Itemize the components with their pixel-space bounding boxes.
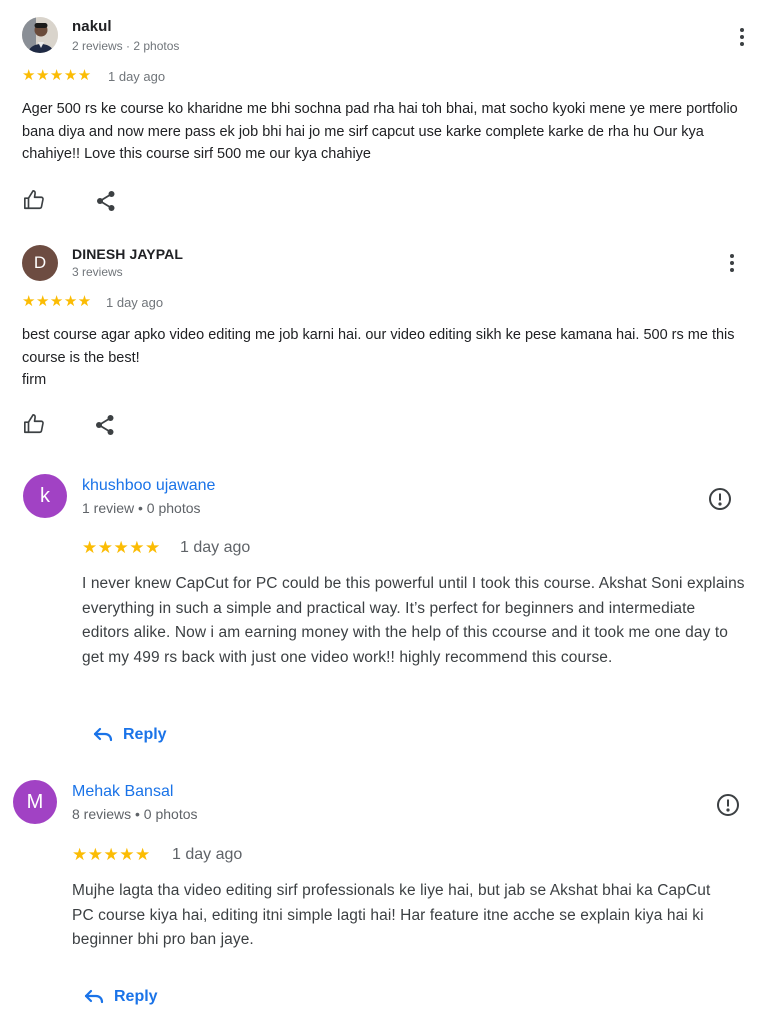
- review-time: 1 day ago: [106, 295, 164, 310]
- like-icon[interactable]: [23, 189, 45, 216]
- star-rating: ★★★★★: [82, 538, 161, 557]
- reviewer-meta: 8 reviews • 0 photos: [72, 806, 198, 822]
- review-text: Mujhe lagta tha video editing sirf profe…: [72, 882, 711, 948]
- reply-label: Reply: [114, 988, 158, 1005]
- more-options-icon[interactable]: [740, 28, 746, 49]
- reviewer-meta: 3 reviews: [72, 265, 123, 279]
- avatar[interactable]: [22, 17, 58, 53]
- reply-button[interactable]: Reply: [84, 988, 158, 1006]
- reply-icon: [84, 989, 104, 1004]
- avatar-initial: M: [26, 790, 44, 813]
- review-time: 1 day ago: [172, 846, 243, 863]
- avatar-initial: D: [33, 253, 47, 272]
- avatar-initial: k: [40, 484, 50, 507]
- report-icon[interactable]: [708, 487, 732, 516]
- avatar[interactable]: M: [13, 780, 57, 824]
- review-text-line: firm: [22, 372, 47, 388]
- reviewer-name[interactable]: khushboo ujawane: [82, 477, 215, 495]
- review-time: 1 day ago: [180, 539, 251, 556]
- profile-photo: [22, 17, 58, 53]
- review-time: 1 day ago: [108, 69, 166, 84]
- reply-button[interactable]: Reply: [93, 726, 167, 744]
- review-text: Ager 500 rs ke course ko kharidne me bhi…: [22, 101, 738, 162]
- reply-label: Reply: [123, 726, 167, 743]
- reviewer-name[interactable]: DINESH JAYPAL: [72, 246, 183, 262]
- review-text: best course agar apko video editing me j…: [22, 327, 735, 366]
- avatar[interactable]: D: [22, 245, 58, 281]
- reviewer-name[interactable]: Mehak Bansal: [72, 783, 173, 801]
- star-rating: ★★★★★: [72, 845, 151, 864]
- report-icon[interactable]: [716, 793, 740, 822]
- avatar[interactable]: k: [23, 474, 67, 518]
- reply-icon: [93, 727, 113, 742]
- share-icon[interactable]: [96, 190, 116, 217]
- review-text: I never knew CapCut for PC could be this…: [82, 575, 745, 666]
- more-options-icon[interactable]: [730, 254, 736, 275]
- reviewer-meta: 1 review • 0 photos: [82, 500, 201, 516]
- star-rating: ★★★★★: [22, 67, 92, 84]
- star-rating: ★★★★★: [22, 293, 92, 310]
- reviewer-name[interactable]: nakul: [72, 18, 112, 35]
- share-icon[interactable]: [95, 414, 115, 441]
- reviewer-meta: 2 reviews · 2 photos: [72, 39, 180, 53]
- like-icon[interactable]: [23, 413, 45, 440]
